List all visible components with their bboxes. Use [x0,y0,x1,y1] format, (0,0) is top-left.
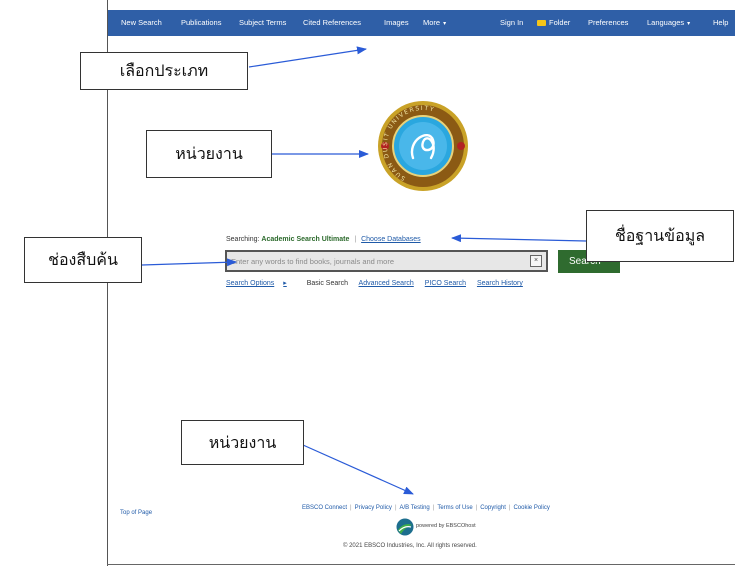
arrow-to-footer [302,444,414,495]
callout-category: เลือกประเภท [80,52,248,90]
arrow-to-category [248,46,367,68]
arrow-to-database [451,234,587,243]
arrow-to-search-box [141,258,237,267]
callout-institution-bottom: หน่วยงาน [181,420,304,465]
callout-institution-top: หน่วยงาน [146,130,272,178]
callout-database-name: ชื่อฐานข้อมูล [586,210,734,262]
callout-search-box: ช่องสืบค้น [24,237,142,283]
